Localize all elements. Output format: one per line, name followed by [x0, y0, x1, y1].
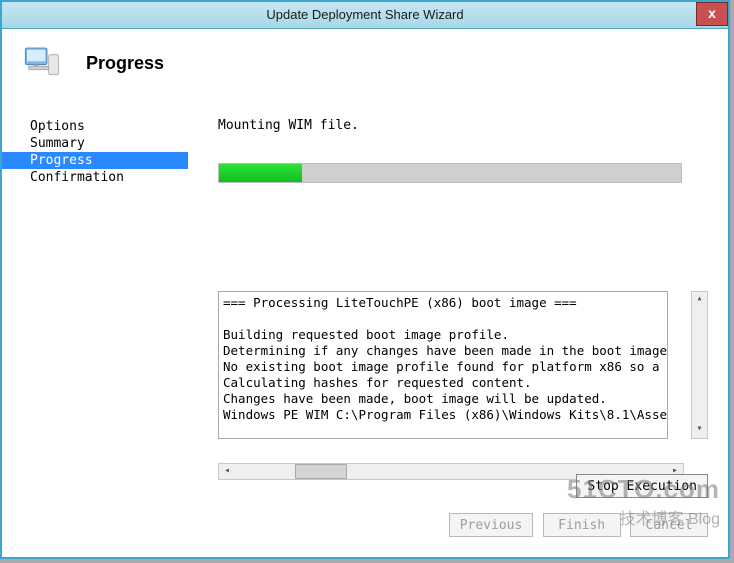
step-sidebar: Options Summary Progress Confirmation: [2, 98, 188, 501]
scroll-left-icon[interactable]: ◂: [219, 464, 235, 479]
sidebar-item-progress[interactable]: Progress: [2, 152, 188, 169]
finish-button: Finish: [543, 513, 621, 537]
log-panel: === Processing LiteTouchPE (x86) boot im…: [218, 291, 708, 461]
sidebar-item-summary[interactable]: Summary: [2, 135, 188, 152]
status-text: Mounting WIM file.: [218, 118, 708, 133]
sidebar-item-confirmation[interactable]: Confirmation: [2, 169, 188, 186]
sidebar-item-options[interactable]: Options: [2, 118, 188, 135]
scroll-thumb[interactable]: [295, 464, 347, 479]
progress-bar: [218, 163, 682, 183]
wizard-window: Update Deployment Share Wizard x Progres…: [0, 0, 730, 559]
content-area: Mounting WIM file. === Processing LiteTo…: [188, 98, 728, 501]
computer-icon: [22, 43, 62, 83]
page-title: Progress: [86, 53, 164, 74]
previous-button: Previous: [449, 513, 534, 537]
progress-fill: [219, 164, 302, 182]
stop-execution-button[interactable]: Stop Execution: [576, 474, 708, 498]
cancel-button: Cancel: [630, 513, 708, 537]
wizard-body: Options Summary Progress Confirmation Mo…: [2, 98, 728, 501]
vertical-scrollbar[interactable]: ▴ ▾: [691, 291, 708, 439]
titlebar: Update Deployment Share Wizard x: [2, 2, 728, 29]
window-title: Update Deployment Share Wizard: [266, 7, 463, 22]
scroll-up-icon[interactable]: ▴: [692, 292, 707, 308]
stop-button-row: Stop Execution: [576, 474, 708, 498]
scroll-down-icon[interactable]: ▾: [692, 422, 707, 438]
wizard-footer: Previous Finish Cancel: [2, 503, 728, 557]
close-button[interactable]: x: [696, 2, 728, 26]
log-textarea[interactable]: === Processing LiteTouchPE (x86) boot im…: [218, 291, 668, 439]
wizard-header: Progress: [2, 29, 728, 91]
